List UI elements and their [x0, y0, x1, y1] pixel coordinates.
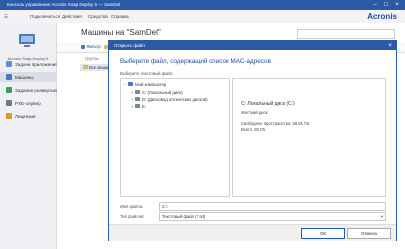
minimize-button[interactable]: – — [371, 1, 379, 9]
tree-item-drive-c[interactable]: + C: (Локальный диск) — [131, 90, 183, 97]
chevron-down-icon: ▾ — [380, 213, 383, 219]
menu-help[interactable]: Справка — [111, 14, 129, 19]
sidebar-item-label: Задачи приложения — [15, 61, 58, 67]
deploy-icon — [6, 87, 12, 93]
file-type-label: Тип файлов: — [120, 214, 145, 219]
drive-info-free: Свободное пространство: 59,51 ГБ — [241, 121, 310, 126]
sidebar-item-pxe-server[interactable]: PXE-сервер — [0, 98, 56, 108]
computer-icon — [128, 82, 133, 87]
app-menu-icon[interactable]: ☰ — [4, 14, 8, 20]
dialog-footer: ОК Отмена — [109, 224, 396, 241]
sidebar-item-deploy-tasks[interactable]: Задания развертывания — [0, 85, 67, 95]
menu-bar: ☰ Подключиться Действия Средства Справка… — [0, 10, 405, 24]
snap-deploy-logo-icon — [19, 34, 35, 47]
sidebar-item-machines[interactable]: Машины — [0, 72, 56, 82]
sidebar-item-label: Лицензии — [15, 113, 36, 119]
sidebar-item-licenses[interactable]: Лицензии — [0, 111, 56, 121]
license-icon — [6, 113, 12, 119]
drive-icon — [135, 104, 140, 109]
drive-icon — [135, 90, 140, 95]
folder-icon — [83, 65, 88, 69]
dialog-title: Открыть файл — [114, 43, 145, 48]
tree-item-drive-e[interactable]: + E: — [131, 104, 146, 111]
browse-label: Выберите текстовый файл: — [120, 71, 174, 76]
open-file-dialog: Открыть файл × Выберите файл, содержащий… — [108, 40, 397, 241]
search-input[interactable] — [297, 29, 395, 39]
sidebar: Acronis Snap Deploy 5 Задачи приложения … — [0, 23, 67, 249]
sidebar-item-label: Машины — [15, 74, 34, 80]
cancel-button[interactable]: Отмена — [347, 228, 391, 239]
groups-header: Группы — [85, 56, 99, 61]
file-type-value: Текстовый файл (*.txt) — [162, 214, 206, 219]
folder-tree: − Мой компьютер + C: (Локальный диск) + D: … — [120, 78, 230, 197]
drive-info-panel: C: Локальный диск (C:) Жесткий диск Своб… — [232, 78, 386, 197]
drive-info-title: C: Локальный диск (C:) — [241, 101, 295, 107]
file-type-select[interactable]: Текстовый файл (*.txt) ▾ — [159, 212, 386, 221]
sidebar-item-label: PXE-сервер — [15, 100, 41, 106]
page-title: Машины на "SamDel" — [81, 28, 161, 37]
close-window-button[interactable]: × — [393, 1, 401, 9]
dialog-titlebar: Открыть файл × — [109, 41, 396, 50]
tree-item-my-computer[interactable]: − Мой компьютер — [124, 82, 166, 89]
window-title: Консоль управления Acronis Snap Deploy 5… — [7, 2, 121, 7]
computers-icon — [6, 74, 12, 80]
dialog-heading: Выберите файл, содержащий список MAC-адр… — [120, 58, 271, 65]
sidebar-item-tasks[interactable]: Задачи приложения — [0, 59, 58, 69]
tree-item-drive-d[interactable]: + D: (Дисковод оптических дисков) — [131, 97, 208, 104]
tasks-icon — [6, 61, 12, 67]
filter-button[interactable]: Фильтр — [81, 44, 101, 49]
acronis-logo: Acronis — [367, 12, 397, 21]
window-titlebar: Консоль управления Acronis Snap Deploy 5… — [0, 0, 405, 10]
ok-button[interactable]: ОК — [301, 228, 345, 239]
menu-actions[interactable]: Действия — [62, 14, 82, 19]
path-label: Имя файла: — [120, 204, 144, 209]
drive-icon — [135, 97, 140, 102]
menu-tools[interactable]: Средства — [88, 14, 108, 19]
path-input[interactable]: C:\ — [159, 202, 386, 211]
pxe-server-icon — [6, 100, 12, 106]
drive-info-total: Всего: 80 ГБ — [241, 127, 266, 132]
menu-connect[interactable]: Подключиться — [30, 14, 60, 19]
filter-icon — [81, 44, 85, 49]
maximize-button[interactable]: □ — [382, 1, 390, 9]
drive-info-type: Жесткий диск — [241, 110, 268, 115]
dialog-close-icon[interactable]: × — [388, 42, 392, 49]
path-value: C:\ — [162, 204, 168, 209]
